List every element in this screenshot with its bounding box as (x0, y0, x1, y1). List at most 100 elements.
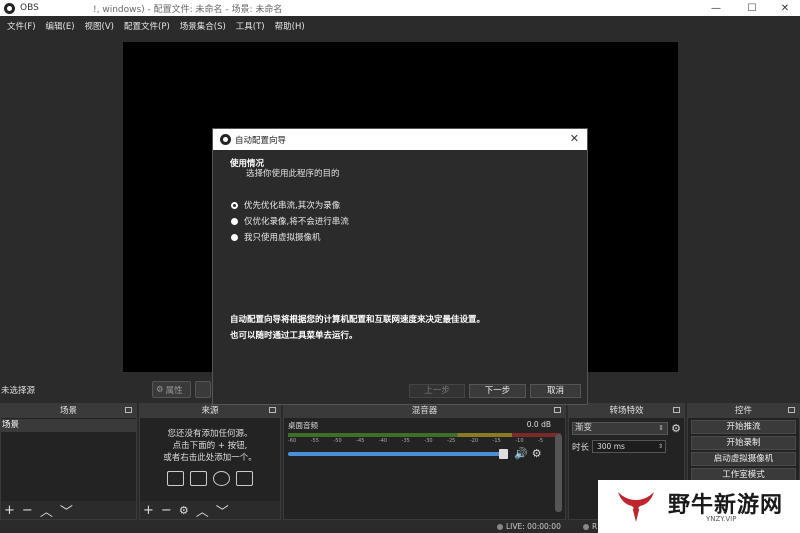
mixer-scrollbar[interactable] (555, 434, 562, 512)
menu-edit[interactable]: 编辑(E) (41, 20, 80, 32)
window-titlebar: OBS !, windows) - 配置文件: 未命名 - 场景: 未命名 — … (0, 0, 800, 16)
spinner-icon[interactable]: ⇕ (658, 441, 663, 452)
speaker-icon[interactable]: 🔊 (514, 447, 528, 460)
mixer-dock: 混音器 桌面音频 0.0 dB -60 -55 -50 -45 -40 -35 -30 -25… (283, 403, 566, 520)
meter-scale: -60-55-50-45-40-35-30-25-20-15-10-50 (288, 438, 561, 444)
obs-logo-icon (220, 134, 231, 145)
volume-meter (288, 433, 561, 437)
close-window-button[interactable]: ✕ (768, 0, 800, 16)
filters-button[interactable] (195, 381, 211, 398)
sources-title: 来源 (201, 406, 219, 416)
menu-tools[interactable]: 工具(T) (231, 20, 270, 32)
radio-checked-icon[interactable] (231, 201, 238, 209)
option-stream-first[interactable]: 优先优化串流,其次为录像 (231, 199, 340, 211)
dialog-title: 自动配置向导 (235, 135, 287, 146)
scene-list-item[interactable]: 场景 (1, 419, 136, 432)
transition-select[interactable]: 渐变 ⇕ (572, 422, 669, 435)
duration-label: 时长 (572, 442, 590, 453)
gear-icon[interactable]: ⚙ (532, 447, 542, 460)
no-source-label: 未选择源 (1, 386, 36, 396)
empty-line: 或者右击此处添加一个。 (163, 453, 257, 463)
dialog-subheading: 选择你使用此程序的目的 (246, 169, 340, 179)
radio-icon[interactable] (231, 217, 238, 225)
option-virtual-camera[interactable]: 我只使用虚拟摄像机 (231, 231, 321, 243)
empty-line: 点击下面的 + 按钮, (172, 441, 248, 451)
mixer-track: 桌面音频 0.0 dB -60 -55 -50 -45 -40 -35 -30 -25 -20-… (284, 418, 565, 462)
remove-icon[interactable]: − (161, 503, 172, 518)
undock-icon[interactable] (269, 407, 276, 413)
dock-header: 混音器 (284, 404, 565, 418)
properties-button[interactable]: ⚙ 属性 (152, 381, 191, 398)
controls-title: 控件 (734, 406, 752, 416)
gear-icon[interactable]: ⚙ (671, 422, 681, 435)
window-title: !, windows) - 配置文件: 未命名 - 场景: 未命名 (93, 4, 283, 15)
cancel-button[interactable]: 取消 (530, 384, 581, 398)
image-icon (167, 471, 184, 486)
transitions-title: 转场特效 (609, 406, 644, 416)
display-icon (190, 471, 207, 486)
source-type-icons (140, 471, 280, 486)
gear-icon: ⚙ (156, 384, 164, 395)
track-level: 0.0 dB (526, 420, 551, 429)
sources-empty-message[interactable]: 您还没有添加任何源。 点击下面的 + 按钮, 或者右击此处添加一个。 (140, 428, 280, 464)
dock-header: 来源 (140, 404, 280, 418)
sources-footer: + − ⚙ ︿ ﹀ (140, 501, 280, 520)
start-streaming-button[interactable]: 开始推流 (691, 420, 796, 434)
option-record-only[interactable]: 仅优化录像,将不会进行串流 (231, 215, 349, 227)
dialog-description-2: 也可以随时通过工具菜单去运行。 (230, 331, 358, 341)
move-down-icon[interactable]: ﹀ (216, 501, 229, 520)
chevron-updown-icon: ⇕ (658, 424, 665, 432)
mixer-title: 混音器 (411, 406, 438, 416)
start-recording-button[interactable]: 开始录制 (691, 436, 796, 450)
radio-icon[interactable] (231, 233, 238, 241)
duration-input[interactable]: 300 ms ⇕ (592, 440, 667, 453)
dock-header: 场景 (1, 404, 136, 418)
remove-icon[interactable]: − (22, 503, 33, 518)
add-icon[interactable]: + (143, 503, 154, 518)
track-name: 桌面音频 (288, 421, 318, 430)
undock-icon[interactable] (788, 407, 795, 413)
dialog-description: 自动配置向导将根据您的计算机配置和互联网速度来决定最佳设置。 (230, 315, 486, 325)
menu-file[interactable]: 文件(F) (2, 20, 41, 32)
app-name: OBS (20, 3, 39, 13)
gear-icon[interactable]: ⚙ (179, 504, 189, 517)
move-down-icon[interactable]: ﹀ (60, 501, 73, 520)
camera-icon (236, 471, 253, 486)
scenes-dock: 场景 场景 + − ︿ ﹀ (0, 403, 137, 520)
dialog-titlebar: 自动配置向导 ✕ (213, 129, 587, 150)
menu-profile[interactable]: 配置文件(P) (119, 20, 175, 32)
properties-label: 属性 (165, 385, 183, 396)
maximize-button[interactable]: ☐ (735, 0, 769, 16)
next-button[interactable]: 下一步 (469, 384, 526, 398)
menu-bar: 文件(F) 编辑(E) 视图(V) 配置文件(P) 场景集合(S) 工具(T) … (0, 16, 800, 36)
auto-config-dialog: 自动配置向导 ✕ 使用情况 选择你使用此程序的目的 优先优化串流,其次为录像 仅… (212, 128, 588, 405)
close-icon[interactable]: ✕ (570, 132, 579, 145)
add-icon[interactable]: + (4, 503, 15, 518)
undock-icon[interactable] (673, 407, 680, 413)
bull-logo-icon (618, 492, 654, 522)
obs-logo-icon (4, 2, 15, 14)
scenes-title: 场景 (59, 406, 77, 416)
start-virtual-camera-button[interactable]: 启动虚拟摄像机 (691, 452, 796, 466)
live-status: LIVE: 00:00:00 (497, 522, 561, 531)
dock-header: 控件 (688, 404, 799, 418)
live-indicator-icon (497, 524, 503, 530)
undock-icon[interactable] (125, 407, 132, 413)
watermark-subtext: YNZY.VIP (706, 515, 737, 523)
previous-button[interactable]: 上一步 (409, 384, 465, 398)
move-up-icon[interactable]: ︿ (196, 501, 209, 520)
volume-slider[interactable] (288, 448, 508, 459)
scenes-footer: + − ︿ ﹀ (1, 501, 136, 520)
globe-icon (213, 471, 230, 486)
menu-scene-collection[interactable]: 场景集合(S) (175, 20, 231, 32)
watermark: 野牛新游网 YNZY.VIP (598, 480, 800, 533)
dock-header: 转场特效 (569, 404, 684, 418)
menu-help[interactable]: 帮助(H) (270, 20, 310, 32)
move-up-icon[interactable]: ︿ (40, 501, 53, 520)
undock-icon[interactable] (554, 407, 561, 413)
rec-indicator-icon (583, 524, 589, 530)
sources-dock: 来源 您还没有添加任何源。 点击下面的 + 按钮, 或者右击此处添加一个。 + … (139, 403, 281, 520)
minimize-button[interactable]: — (699, 0, 733, 16)
empty-line: 您还没有添加任何源。 (167, 429, 253, 439)
menu-view[interactable]: 视图(V) (80, 20, 119, 32)
